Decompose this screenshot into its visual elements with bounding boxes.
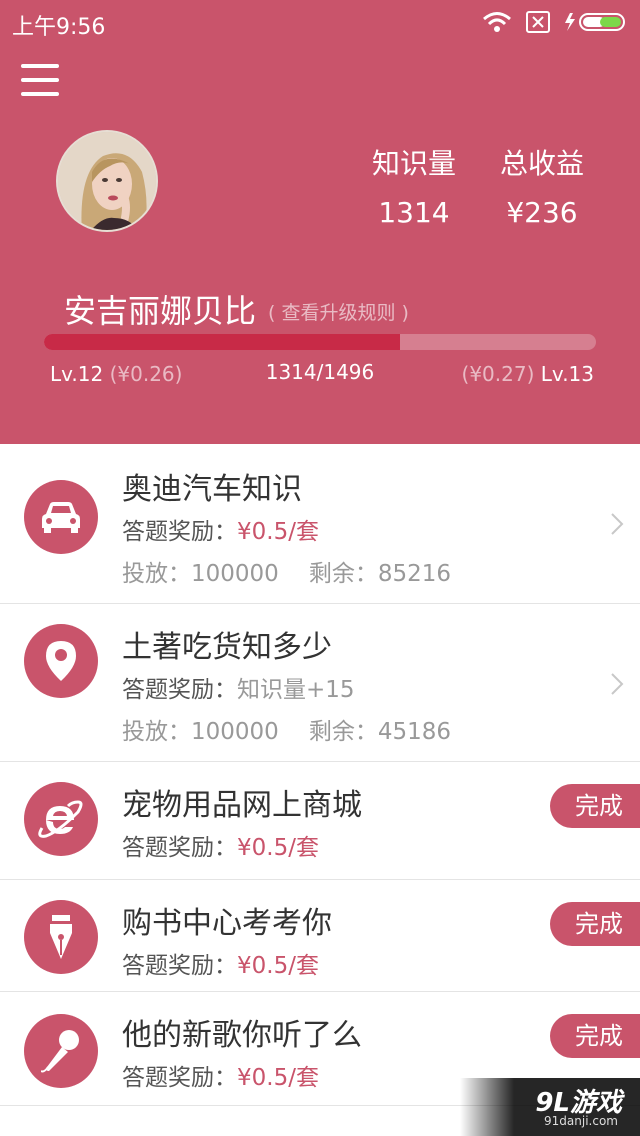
- next-level: (¥0.27) Lv.13: [462, 362, 594, 386]
- next-level-rate: (¥0.27): [461, 362, 535, 386]
- task-title: 土著吃货知多少: [122, 630, 332, 665]
- done-button[interactable]: 完成: [550, 1014, 640, 1058]
- task-title: 他的新歌你听了么: [122, 1018, 362, 1053]
- task-reward: 答题奖励：知识量+15: [122, 677, 355, 703]
- current-level-label: Lv.12: [50, 362, 104, 386]
- level-progress-bar: [44, 334, 596, 350]
- knowledge-label: 知识量: [371, 147, 456, 180]
- status-time: 上午9:56: [12, 15, 106, 40]
- earnings-stat: 总收益 ¥236: [482, 142, 602, 229]
- task-item[interactable]: 土著吃货知多少 答题奖励：知识量+15 投放：100000 剩余：45186: [0, 604, 640, 762]
- task-reward: 答题奖励：¥0.5/套: [122, 519, 319, 545]
- reward-value: ¥0.5/套: [237, 1065, 319, 1091]
- placed-count: 投放：100000: [122, 719, 279, 745]
- location-pin-icon: [24, 624, 98, 698]
- profile-header: 上午9:56 知识量 1314 总收益 ¥236 安吉丽娜贝比 (查看升级规则…: [0, 0, 640, 444]
- chevron-right-icon: [611, 673, 624, 695]
- knowledge-stat: 知识量 1314: [354, 142, 474, 229]
- task-reward: 答题奖励：¥0.5/套: [122, 953, 319, 979]
- task-item[interactable]: 宠物用品网上商城 答题奖励：¥0.5/套 完成: [0, 762, 640, 880]
- task-title: 奥迪汽车知识: [122, 472, 302, 507]
- status-icons: [482, 8, 630, 36]
- level-progress-text: 1314/1496: [265, 360, 375, 384]
- next-level-label: Lv.13: [540, 362, 594, 386]
- earnings-label: 总收益: [499, 147, 584, 180]
- reward-value: ¥0.5/套: [237, 835, 319, 861]
- car-icon: [24, 480, 98, 554]
- watermark-logo: 9L游戏 91danji.com: [460, 1078, 640, 1136]
- done-button[interactable]: 完成: [550, 902, 640, 946]
- no-sim-icon: [526, 11, 550, 33]
- task-reward: 答题奖励：¥0.5/套: [122, 1065, 319, 1091]
- wifi-icon: [483, 12, 511, 32]
- microphone-icon: [24, 1014, 98, 1088]
- chevron-right-icon: [611, 513, 624, 535]
- menu-icon: [21, 64, 59, 68]
- remaining-count: 剩余：45186: [308, 719, 451, 745]
- internet-explorer-icon: [24, 782, 98, 856]
- username: 安吉丽娜贝比: [64, 292, 257, 330]
- knowledge-value: 1314: [378, 196, 450, 229]
- reward-value: 知识量+15: [237, 677, 355, 703]
- level-progress-fill: [44, 334, 401, 350]
- task-stats: 投放：100000 剩余：45186: [122, 712, 451, 746]
- remaining-count: 剩余：85216: [308, 561, 451, 587]
- status-bar: 上午9:56: [0, 0, 640, 44]
- task-reward: 答题奖励：¥0.5/套: [122, 835, 319, 861]
- current-level: Lv.12 (¥0.26): [50, 362, 182, 386]
- menu-button[interactable]: [18, 64, 62, 102]
- current-level-rate: (¥0.26): [109, 362, 183, 386]
- avatar-image: [58, 132, 156, 230]
- fountain-pen-icon: [24, 900, 98, 974]
- task-title: 宠物用品网上商城: [122, 788, 362, 823]
- battery-charging-icon: [565, 13, 625, 31]
- reward-value: ¥0.5/套: [237, 519, 319, 545]
- avatar[interactable]: [56, 130, 158, 232]
- placed-count: 投放：100000: [122, 561, 279, 587]
- task-title: 购书中心考考你: [122, 906, 332, 941]
- earnings-value: ¥236: [506, 196, 578, 229]
- upgrade-rules-link[interactable]: ( 查看升级规则 ): [268, 298, 409, 325]
- task-stats: 投放：100000 剩余：85216: [122, 554, 451, 588]
- done-button[interactable]: 完成: [550, 784, 640, 828]
- reward-value: ¥0.5/套: [237, 953, 319, 979]
- watermark-url: 91danji.com: [544, 1114, 618, 1128]
- task-item[interactable]: 购书中心考考你 答题奖励：¥0.5/套 完成: [0, 880, 640, 992]
- task-item[interactable]: 奥迪汽车知识 答题奖励：¥0.5/套 投放：100000 剩余：85216: [0, 444, 640, 604]
